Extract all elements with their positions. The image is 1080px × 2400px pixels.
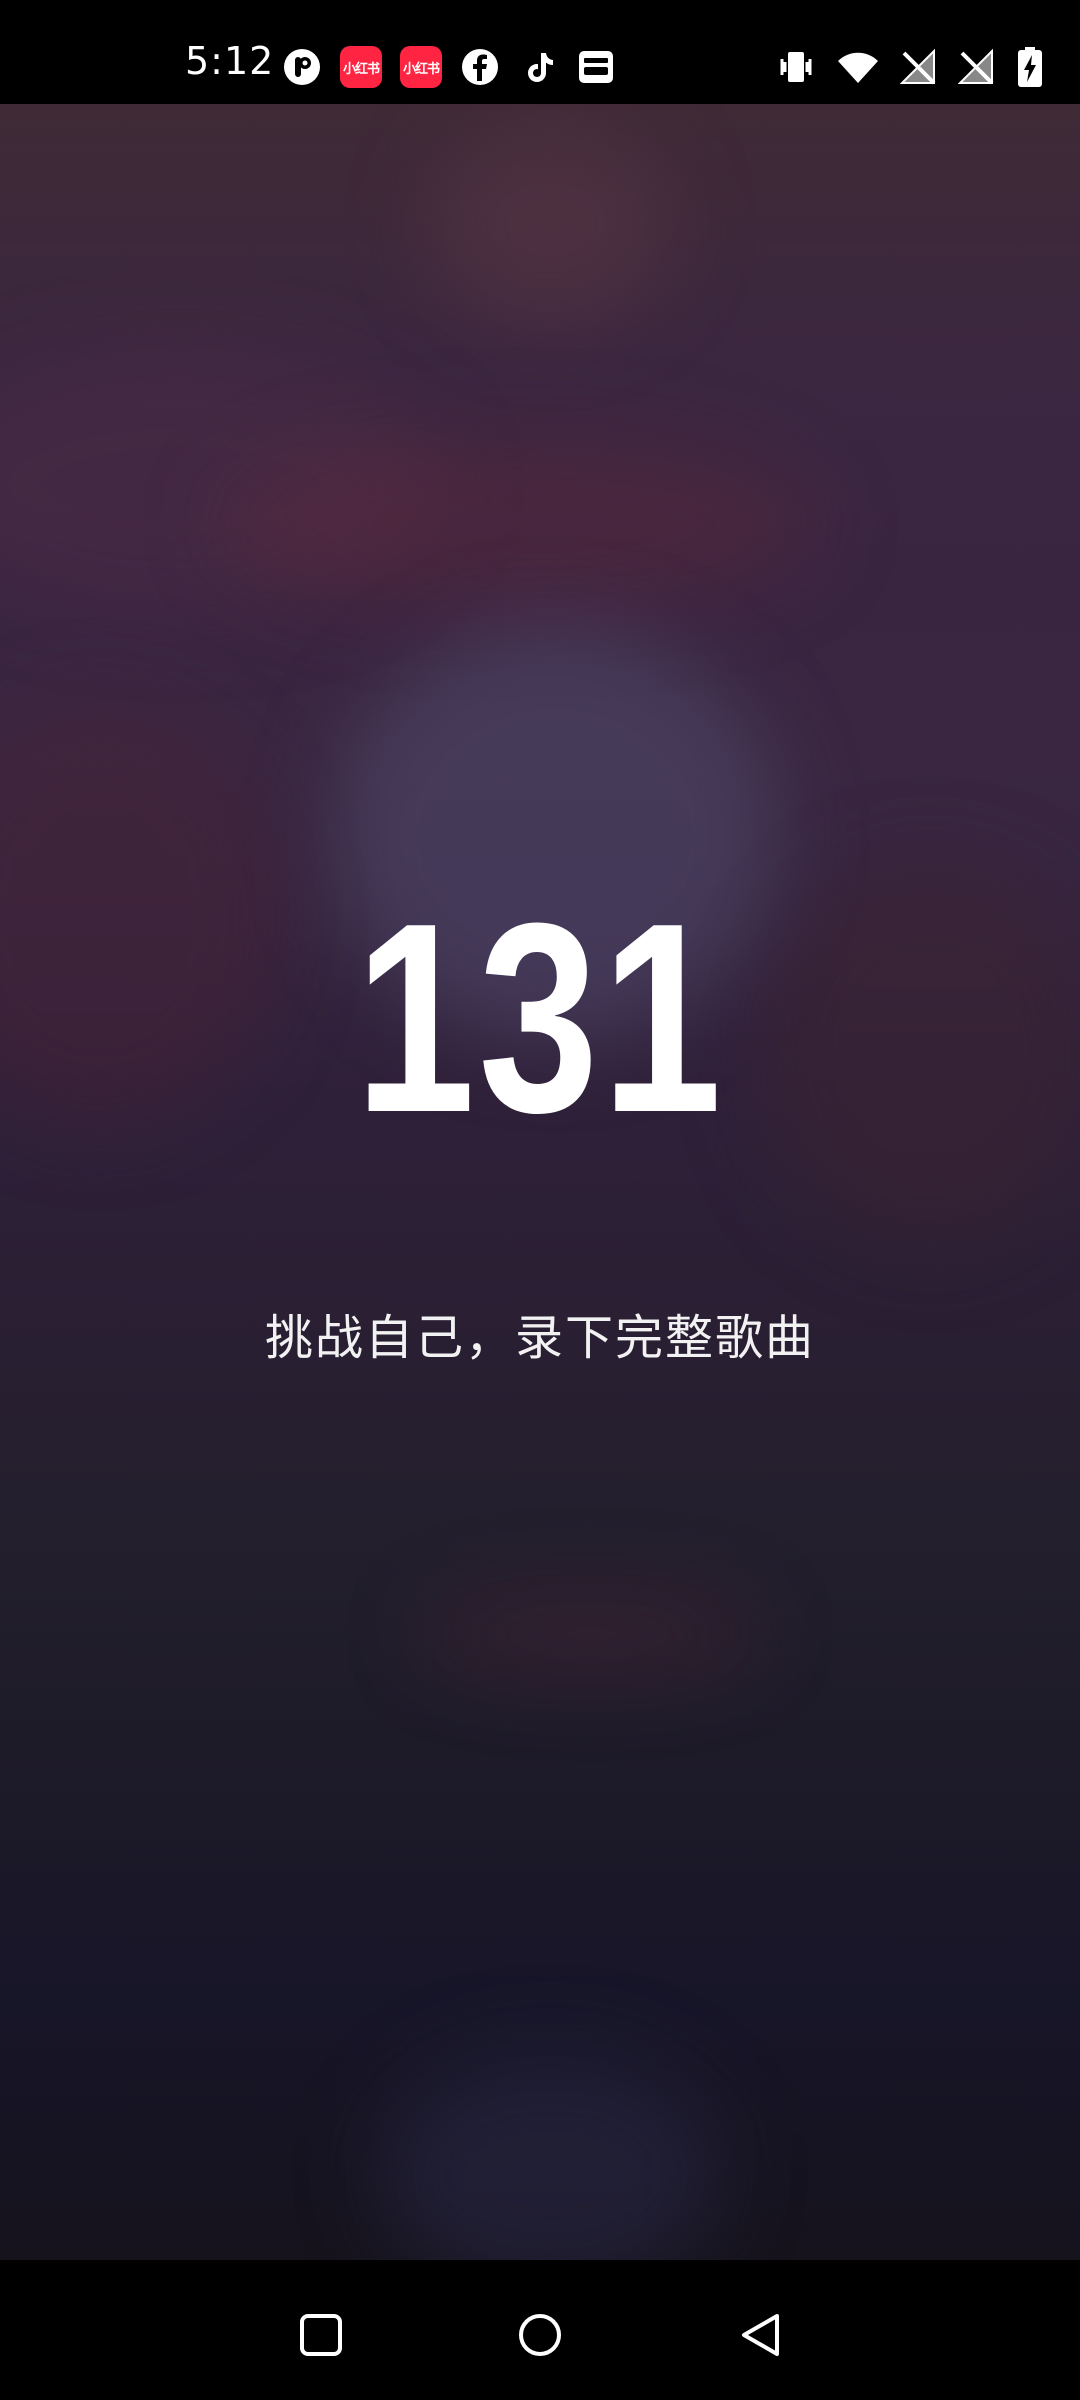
tiktok-icon [518,47,558,87]
bg-blob [220,434,820,614]
wifi-icon [836,47,880,87]
bg-blob [420,1594,760,1674]
notification-icons: 小红书 小红书 [282,46,616,88]
no-signal-icon [958,47,996,87]
square-icon [300,2314,342,2356]
challenge-subtitle: 挑战自己，录下完整歌曲 [264,1310,815,1366]
facebook-icon [460,47,500,87]
wallet-icon [576,47,616,87]
recording-background: 131 挑战自己，录下完整歌曲 [0,104,1080,2260]
home-button[interactable] [515,2310,565,2360]
circle-icon [519,2314,561,2356]
vibrate-icon [776,47,816,87]
back-button[interactable] [736,2310,786,2360]
navigation-bar [0,2260,1080,2400]
xiaohongshu-icon: 小红书 [400,46,442,88]
no-signal-icon [900,47,938,87]
back-triangle-icon [742,2314,779,2356]
status-time: 5:12 [185,39,275,83]
countdown-number: 131 [355,868,725,1169]
battery-charging-icon [1016,46,1044,88]
status-bar: 5:12 小红书 小红书 [0,0,1080,104]
pinterest-like-icon [282,47,322,87]
xiaohongshu-icon: 小红书 [340,46,382,88]
system-status-icons [776,47,1044,87]
recents-button[interactable] [296,2310,346,2360]
bg-blob [430,124,670,324]
bg-blob [380,2054,720,2260]
